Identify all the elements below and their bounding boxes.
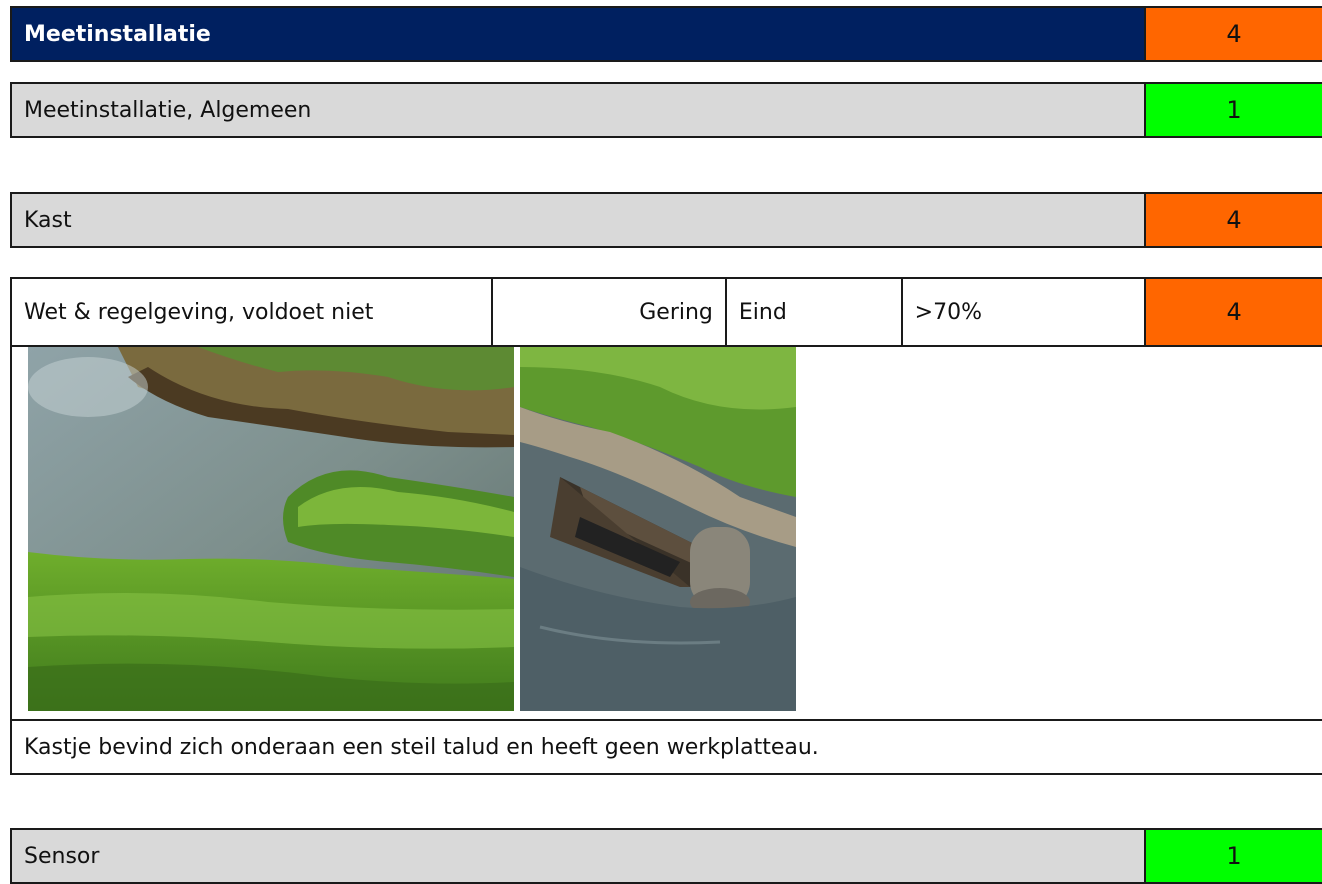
finding-percentage: >70%: [914, 299, 982, 325]
section-label: Kast: [24, 207, 72, 233]
section-row-algemeen: Meetinstallatie, Algemeen 1: [10, 82, 1322, 138]
header-row: Meetinstallatie 4: [10, 6, 1322, 62]
section-label: Sensor: [24, 843, 100, 869]
finding-note: Kastje bevind zich onderaan een steil ta…: [10, 719, 1322, 775]
header-title: Meetinstallatie: [24, 21, 211, 47]
photo-measurement-box-icon: [520, 347, 796, 711]
finding-row: Wet & regelgeving, voldoet niet Gering E…: [10, 277, 1322, 347]
finding-phase: Eind: [727, 279, 903, 345]
section-row-sensor: Sensor 1: [10, 828, 1322, 884]
finding-description: Wet & regelgeving, voldoet niet: [12, 279, 494, 345]
photo-ditch-bank-icon: [28, 347, 514, 711]
section-score: 1: [1144, 830, 1322, 882]
section-row-kast: Kast 4: [10, 192, 1322, 248]
section-label: Meetinstallatie, Algemeen: [24, 97, 312, 123]
section-score: 1: [1144, 84, 1322, 136]
finding-score: 4: [1144, 279, 1322, 345]
section-score: 4: [1144, 194, 1322, 246]
photo-area: [10, 347, 1322, 719]
header-score: 4: [1144, 8, 1322, 60]
finding-severity: Gering: [493, 279, 727, 345]
